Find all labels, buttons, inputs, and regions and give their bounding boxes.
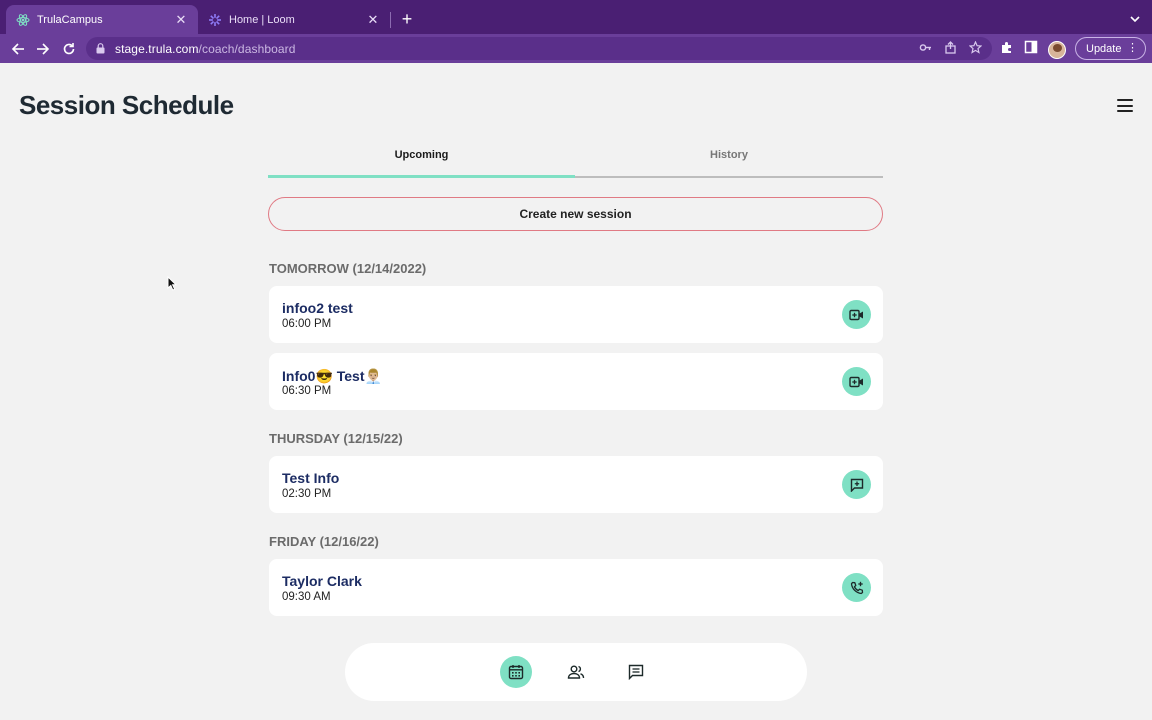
session-name: Info0😎 Test👨🏼‍💼 [282, 368, 382, 384]
tab-title: TrulaCampus [37, 13, 103, 26]
browser-tab-loom[interactable]: Home | Loom ✕ [198, 5, 390, 34]
session-card[interactable]: Taylor Clark 09:30 AM [269, 559, 883, 616]
close-tab-icon[interactable]: ✕ [174, 12, 188, 28]
tab-divider [390, 12, 391, 28]
url-path: /coach/dashboard [198, 41, 296, 56]
calendar-icon[interactable] [500, 656, 532, 688]
forward-arrow-icon[interactable] [33, 39, 53, 59]
more-vert-icon[interactable]: ⋮ [1127, 41, 1138, 54]
bookmark-star-icon[interactable] [968, 40, 983, 59]
page-title: Session Schedule [19, 90, 234, 120]
day-heading: THURSDAY (12/15/22) [269, 431, 403, 446]
extensions-puzzle-icon[interactable] [1000, 40, 1014, 59]
tab-history[interactable]: History [575, 140, 883, 178]
tab-title: Home | Loom [229, 13, 295, 26]
loom-logo-icon [208, 13, 222, 27]
update-button[interactable]: Update ⋮ [1075, 37, 1146, 60]
session-card[interactable]: Info0😎 Test👨🏼‍💼 06:30 PM [269, 353, 883, 410]
side-panel-icon[interactable] [1024, 40, 1038, 59]
address-bar[interactable]: stage.trula.com/coach/dashboard [86, 37, 992, 60]
back-arrow-icon[interactable] [8, 39, 28, 59]
session-time: 06:00 PM [282, 318, 332, 330]
phone-call-icon[interactable] [842, 573, 871, 602]
session-name: infoo2 test [282, 300, 353, 316]
react-logo-icon [16, 13, 30, 27]
session-card[interactable]: Test Info 02:30 PM [269, 456, 883, 513]
profile-avatar[interactable] [1048, 40, 1066, 59]
lock-icon [96, 43, 105, 54]
video-call-icon[interactable] [842, 367, 871, 396]
session-time: 02:30 PM [282, 488, 332, 500]
mouse-cursor-icon [167, 275, 178, 296]
day-heading: FRIDAY (12/16/22) [269, 534, 379, 549]
chat-icon[interactable] [620, 656, 652, 688]
bottom-nav [345, 643, 807, 701]
session-name: Test Info [282, 470, 340, 486]
url-text: stage.trula.com/coach/dashboard [115, 42, 296, 56]
day-heading: TOMORROW (12/14/2022) [269, 261, 427, 276]
people-icon[interactable] [560, 656, 592, 688]
session-name: Taylor Clark [282, 573, 362, 589]
url-host: stage.trula.com [115, 41, 199, 56]
new-tab-icon[interactable]: + [398, 10, 416, 28]
session-tabs: Upcoming History [268, 140, 883, 178]
chat-add-icon[interactable] [842, 470, 871, 499]
tab-search-chevron-icon[interactable] [1130, 11, 1140, 29]
browser-tab-trulacampus[interactable]: TrulaCampus ✕ [6, 5, 198, 34]
video-call-icon[interactable] [842, 300, 871, 329]
update-label: Update [1086, 42, 1122, 55]
session-time: 09:30 AM [282, 591, 331, 603]
create-new-session-button[interactable]: Create new session [268, 197, 883, 231]
tab-upcoming[interactable]: Upcoming [268, 140, 575, 178]
browser-tab-strip: TrulaCampus ✕ Home | Loom ✕ + [0, 0, 1152, 34]
hamburger-menu-icon[interactable] [1117, 99, 1133, 112]
session-card[interactable]: infoo2 test 06:00 PM [269, 286, 883, 343]
close-tab-icon[interactable]: ✕ [366, 12, 380, 28]
browser-toolbar: stage.trula.com/coach/dashboard Update ⋮ [0, 34, 1152, 63]
share-icon[interactable] [944, 41, 957, 59]
session-time: 06:30 PM [282, 385, 332, 397]
key-icon[interactable] [919, 41, 932, 59]
reload-icon[interactable] [59, 39, 79, 59]
